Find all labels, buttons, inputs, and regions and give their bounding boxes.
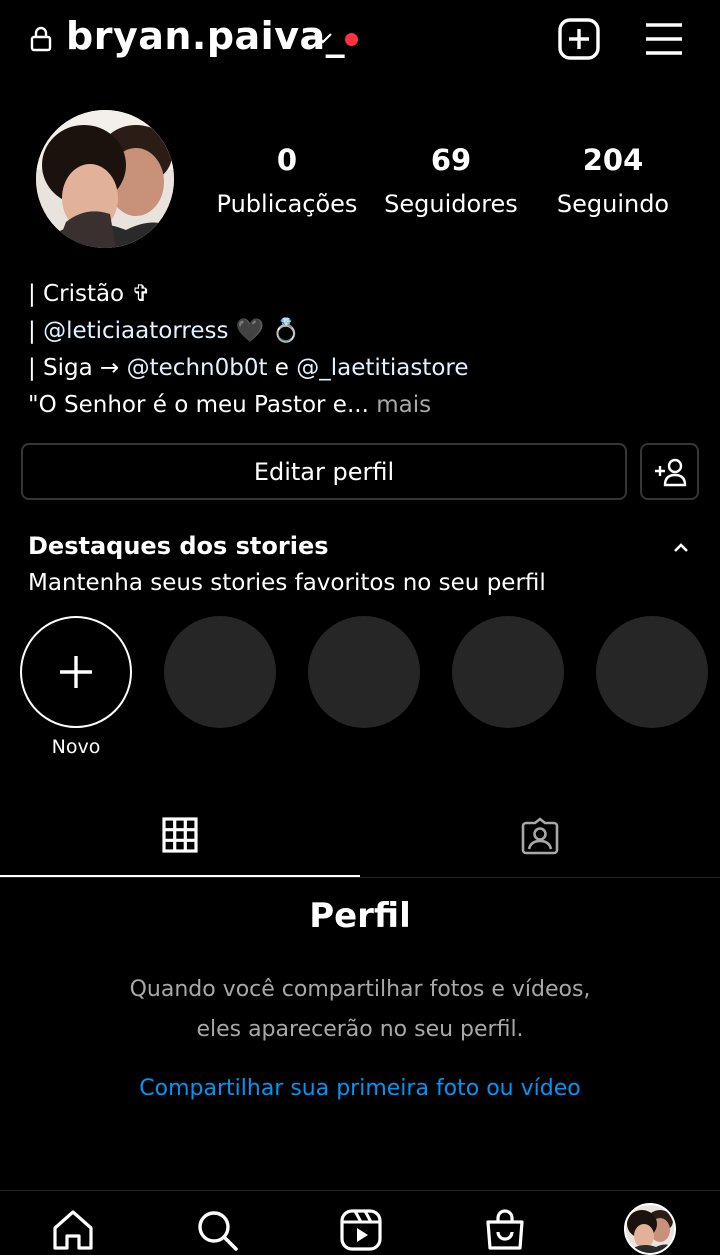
stat-followers-label: Seguidores — [384, 190, 518, 218]
empty-state-title: Perfil — [309, 896, 411, 936]
bio-line-4: "O Senhor é o meu Pastor e... mais — [28, 392, 432, 418]
new-highlight-label: Novo — [51, 736, 101, 758]
reels-icon[interactable] — [339, 1208, 383, 1252]
highlight-placeholder — [164, 616, 276, 728]
empty-state-text: Quando você compartilhar fotos e vídeos,… — [129, 977, 591, 1042]
grid-icon[interactable] — [162, 817, 198, 853]
lock-icon — [30, 26, 52, 52]
edit-profile-button[interactable]: Editar perfil — [21, 443, 627, 500]
highlight-placeholder — [596, 616, 708, 728]
new-highlight-button[interactable] — [20, 616, 132, 728]
nav-divider — [0, 1190, 720, 1191]
notification-dot — [345, 33, 358, 46]
tagged-icon[interactable] — [520, 817, 560, 855]
share-first-post-link[interactable]: Compartilhar sua primeira foto ou vídeo — [0, 1076, 720, 1101]
bio-mention-technobot[interactable]: @techn0b0t — [127, 355, 268, 381]
profile-username[interactable]: bryan.paiva_ — [66, 14, 345, 58]
stat-posts[interactable]: 0 Publicações — [212, 142, 362, 222]
hamburger-menu-icon[interactable] — [644, 20, 684, 58]
chevron-up-icon[interactable] — [672, 540, 690, 554]
discover-people-button[interactable] — [640, 443, 699, 500]
home-icon[interactable] — [51, 1208, 95, 1252]
highlight-placeholder — [308, 616, 420, 728]
stat-posts-count: 0 — [276, 143, 298, 177]
stat-following[interactable]: 204 Seguindo — [538, 142, 688, 222]
profile-tab-avatar[interactable] — [624, 1203, 676, 1255]
highlights-title: Destaques dos stories — [28, 532, 329, 560]
profile-avatar[interactable] — [36, 110, 174, 248]
chevron-down-icon[interactable] — [312, 30, 334, 46]
highlight-placeholder — [452, 616, 564, 728]
bio-more-link[interactable]: mais — [376, 392, 431, 418]
bio-mention-laetitiastore[interactable]: @_laetitiastore — [296, 355, 468, 381]
stat-posts-label: Publicações — [216, 190, 358, 218]
bio-line-3: | Siga → @techn0b0t e @_laetitiastore — [28, 355, 469, 381]
profile-bio: | Cristão ✞ | @leticiaatorress 🖤 💍 | Sig… — [28, 276, 708, 424]
stat-following-count: 204 — [582, 143, 644, 177]
bio-line-1: | Cristão ✞ — [28, 281, 151, 307]
tab-divider — [0, 877, 720, 878]
shop-icon[interactable] — [483, 1208, 527, 1252]
stat-followers[interactable]: 69 Seguidores — [376, 142, 526, 222]
bio-mention-leticia[interactable]: @leticiaatorress — [43, 318, 228, 344]
stat-followers-count: 69 — [430, 143, 472, 177]
bio-line-2: | @leticiaatorress 🖤 💍 — [28, 318, 301, 344]
stat-following-label: Seguindo — [556, 190, 670, 218]
add-person-icon — [654, 458, 686, 486]
plus-icon — [60, 656, 92, 688]
highlights-subtitle: Mantenha seus stories favoritos no seu p… — [28, 570, 546, 596]
plus-square-icon[interactable] — [558, 18, 600, 60]
search-icon[interactable] — [195, 1208, 239, 1252]
